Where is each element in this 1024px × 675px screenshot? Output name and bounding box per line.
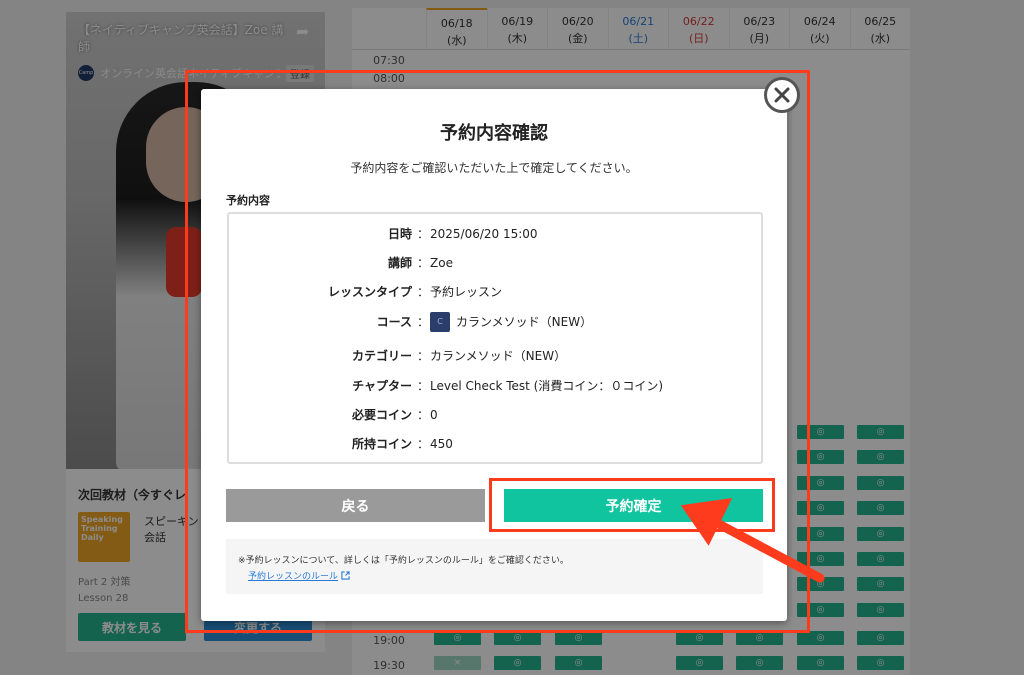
detail-value: C カランメソッド（NEW）: [430, 312, 592, 332]
detail-row-datetime: 日時 ： 2025/06/20 15:00: [229, 224, 765, 244]
external-link-icon: [341, 571, 350, 580]
close-modal-button[interactable]: [764, 77, 800, 113]
course-value: カランメソッド（NEW）: [456, 315, 593, 329]
pointer-arrow-icon: [680, 497, 825, 583]
detail-colon: ：: [417, 379, 430, 393]
detail-label: コース: [376, 315, 412, 329]
detail-value: カランメソッド（NEW）: [430, 346, 566, 366]
detail-label: 講師: [387, 256, 412, 270]
detail-colon: ：: [417, 349, 430, 363]
detail-label: チャプター: [352, 379, 412, 393]
detail-colon: ：: [417, 315, 430, 329]
detail-row-required-coins: 必要コイン ： 0: [229, 405, 765, 425]
detail-row-course: コース ： C カランメソッド（NEW）: [229, 312, 765, 332]
detail-row-category: カテゴリー ： カランメソッド（NEW）: [229, 346, 765, 366]
detail-label: 所持コイン: [351, 437, 412, 451]
close-icon: [774, 87, 790, 103]
detail-label: 日時: [387, 227, 412, 241]
detail-row-owned-coins: 所持コイン ： 450: [229, 434, 765, 454]
section-label: 予約内容: [226, 194, 270, 207]
detail-value: 0: [430, 405, 438, 425]
detail-label: カテゴリー: [351, 349, 412, 363]
detail-colon: ：: [417, 256, 430, 270]
detail-value: Level Check Test (消費コイン：０コイン): [430, 376, 663, 396]
course-icon: C: [430, 312, 450, 332]
detail-value: 予約レッスン: [430, 282, 502, 302]
detail-value: 450: [430, 434, 453, 454]
detail-row-chapter: チャプター ： Level Check Test (消費コイン：０コイン): [229, 376, 765, 396]
detail-value: Zoe: [430, 253, 453, 273]
detail-colon: ：: [417, 408, 430, 422]
modal-title: 予約内容確認: [440, 123, 548, 144]
detail-colon: ：: [417, 227, 430, 241]
modal-subtitle: 予約内容をご確認いただいた上で確定してください。: [350, 161, 638, 175]
rules-link[interactable]: 予約レッスンのルール: [248, 569, 350, 582]
chapter-value: Level Check Test (消費コイン：０コイン): [430, 379, 664, 393]
detail-row-lesson-type: レッスンタイプ ： 予約レッスン: [229, 282, 765, 302]
note-text: ※予約レッスンについて、詳しくは「予約レッスンのルール」をご確認ください。: [238, 556, 569, 566]
back-button[interactable]: 戻る: [226, 489, 485, 522]
detail-colon: ：: [417, 437, 430, 451]
required-coins-value: 0: [430, 408, 438, 422]
detail-colon: ：: [417, 285, 430, 299]
rules-link-text[interactable]: 予約レッスンのルール: [248, 569, 338, 582]
datetime-value: 2025/06/20 15:00: [430, 227, 538, 241]
lesson-type-value: 予約レッスン: [430, 285, 503, 299]
detail-label: 必要コイン: [351, 408, 412, 422]
owned-coins-value: 450: [430, 437, 453, 451]
category-value: カランメソッド（NEW）: [430, 349, 567, 363]
reservation-details: 日時 ： 2025/06/20 15:00 講師 ： Zoe レッスンタイプ ：…: [227, 212, 763, 464]
detail-label: レッスンタイプ: [327, 285, 412, 299]
detail-value: 2025/06/20 15:00: [430, 224, 538, 244]
tutor-value: Zoe: [430, 256, 453, 270]
detail-row-tutor: 講師 ： Zoe: [229, 253, 765, 273]
